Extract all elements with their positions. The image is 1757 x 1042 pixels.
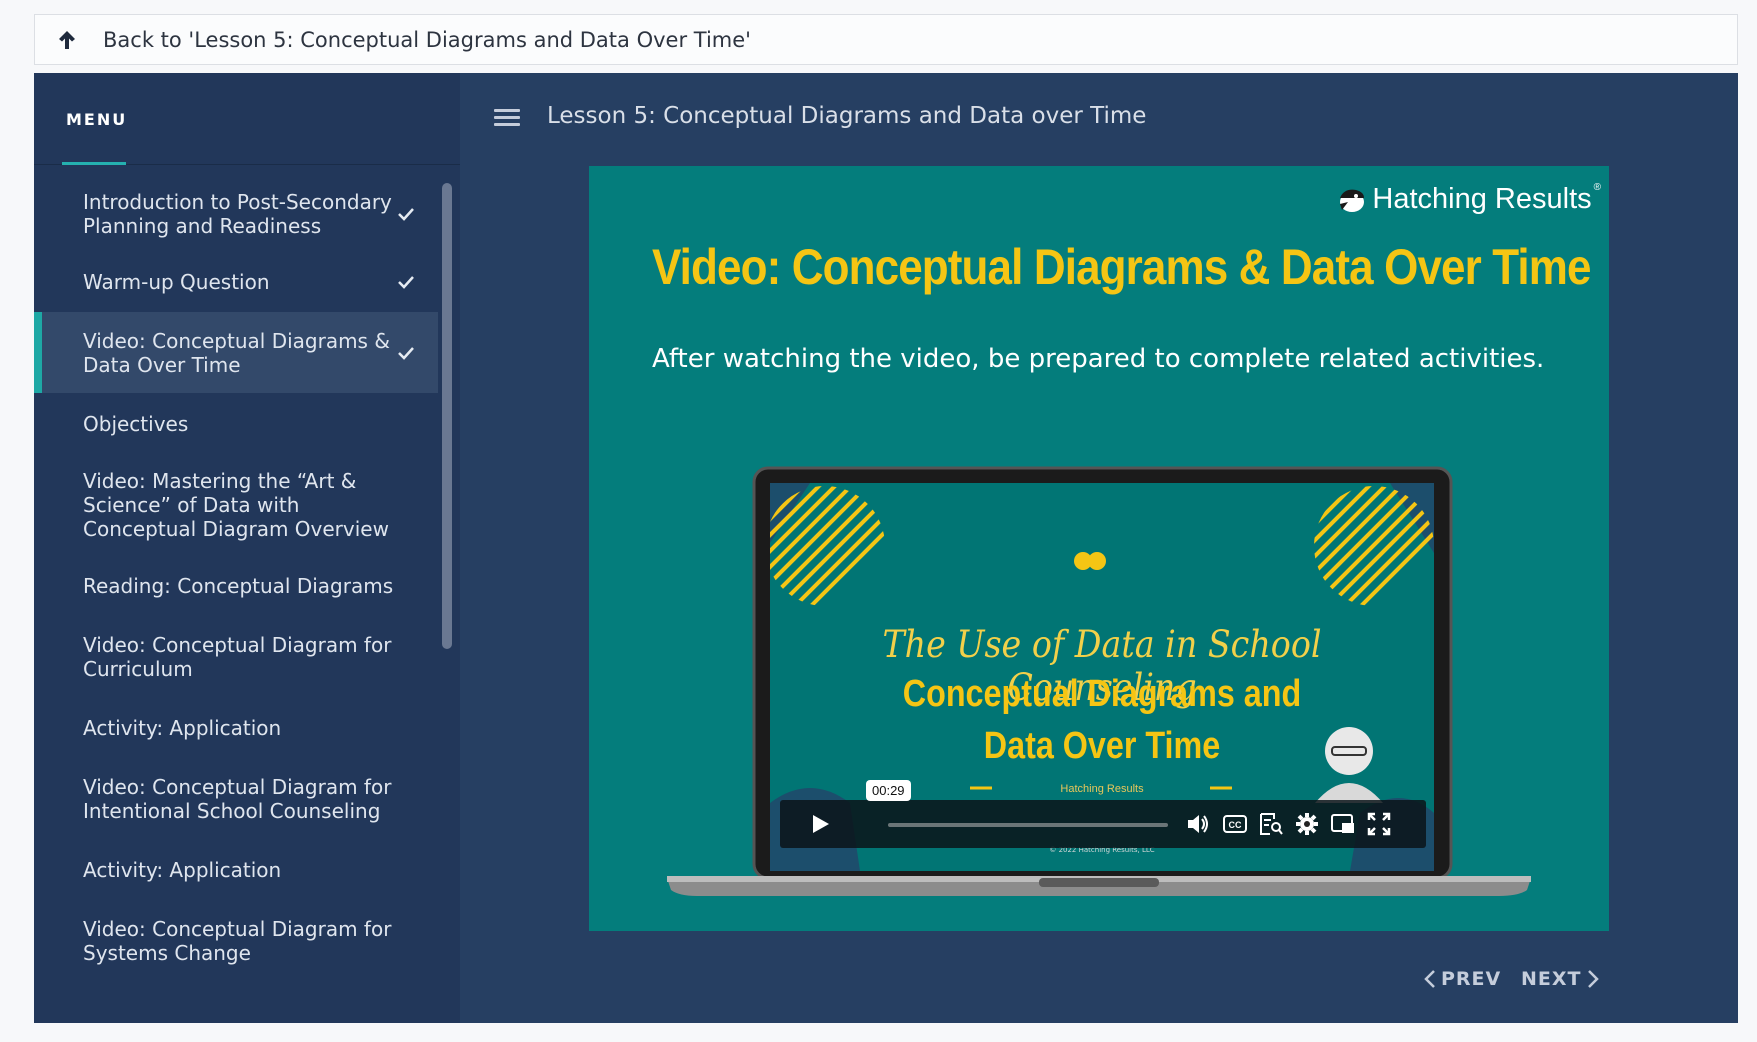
checkmark-icon: [398, 275, 414, 289]
sidebar-item-label: Video: Conceptual Diagram for Intentiona…: [83, 774, 392, 823]
picture-in-picture-icon[interactable]: [1330, 811, 1356, 837]
sidebar-scrollbar[interactable]: [442, 183, 452, 649]
sidebar-item-label: Video: Conceptual Diagrams & Data Over T…: [83, 328, 390, 377]
play-icon: [813, 815, 829, 833]
sidebar-item[interactable]: Warm-up Question: [34, 251, 438, 312]
sidebar-item-label: Introduction to Post-Secondary Planning …: [83, 190, 392, 238]
course-sidebar: MENU Introduction to Post-Secondary Plan…: [34, 73, 460, 1023]
sidebar-item[interactable]: Introduction to Post-Secondary Planning …: [34, 177, 438, 251]
video-controls: CC: [780, 800, 1426, 848]
prev-label: PREV: [1441, 968, 1502, 990]
play-button[interactable]: [780, 800, 860, 848]
sidebar-item[interactable]: Video: Mastering the “Art & Science” of …: [34, 454, 438, 555]
menu-underline: [62, 162, 126, 165]
checkmark-icon: [398, 208, 414, 221]
seek-time-tooltip: 00:29: [866, 780, 911, 801]
next-label: NEXT: [1521, 968, 1582, 990]
sidebar-item-label: Activity: Application: [83, 715, 282, 740]
sidebar-item[interactable]: Activity: Application: [34, 697, 438, 758]
transcript-icon[interactable]: [1258, 811, 1284, 837]
lesson-title: Lesson 5: Conceptual Diagrams and Data o…: [547, 103, 1147, 129]
arrow-up-icon: [53, 26, 81, 54]
menu-label: MENU: [66, 110, 128, 129]
sidebar-item[interactable]: Video: Conceptual Diagram for Systems Ch…: [34, 900, 438, 981]
settings-gear-icon[interactable]: [1294, 811, 1320, 837]
seek-bar[interactable]: [888, 823, 1168, 827]
back-to-lesson-bar[interactable]: Back to 'Lesson 5: Conceptual Diagrams a…: [34, 14, 1738, 65]
video-player[interactable]: The Use of Data in School Counseling Con…: [770, 483, 1434, 871]
checkmark-icon: [398, 346, 414, 360]
sidebar-item-label: Video: Conceptual Diagram for Systems Ch…: [83, 916, 392, 965]
sidebar-item[interactable]: Reading: Conceptual Diagrams: [34, 555, 438, 616]
lesson-content: Lesson 5: Conceptual Diagrams and Data o…: [460, 73, 1738, 1023]
volume-icon[interactable]: [1185, 811, 1211, 837]
sidebar-item-label: Warm-up Question: [83, 269, 270, 294]
sidebar-item-label: Video: Conceptual Diagram for Curriculum: [83, 632, 392, 681]
sidebar-item-label: Video: Mastering the “Art & Science” of …: [83, 468, 389, 541]
sidebar-item[interactable]: Video: Conceptual Diagram for Curriculum: [34, 616, 438, 697]
sidebar-item-label: Activity: Application: [83, 857, 282, 882]
sidebar-item[interactable]: Objectives: [34, 393, 438, 454]
svg-text:CC: CC: [1229, 820, 1242, 830]
sidebar-header: MENU: [34, 73, 460, 165]
hamburger-menu-icon[interactable]: [494, 109, 520, 129]
chevron-right-icon: [1587, 970, 1599, 988]
sidebar-item[interactable]: Video: Conceptual Diagrams & Data Over T…: [34, 312, 438, 393]
video-line-2: Conceptual Diagrams and: [902, 673, 1302, 715]
course-shell: MENU Introduction to Post-Secondary Plan…: [34, 73, 1738, 1023]
sidebar-item[interactable]: Activity: Application: [34, 839, 438, 900]
back-link-label[interactable]: Back to 'Lesson 5: Conceptual Diagrams a…: [103, 28, 751, 52]
lesson-slide: Hatching Results ® Video: Conceptual Diag…: [589, 166, 1609, 931]
prev-button[interactable]: PREV: [1423, 968, 1501, 990]
video-line-3: Data Over Time: [983, 725, 1221, 767]
sidebar-item-label: Objectives: [83, 411, 189, 436]
fullscreen-icon[interactable]: [1366, 811, 1392, 837]
chevron-left-icon: [1424, 970, 1435, 988]
sidebar-item-label: Reading: Conceptual Diagrams: [83, 573, 394, 598]
closed-captions-icon[interactable]: CC: [1222, 811, 1248, 837]
sidebar-item[interactable]: Video: Conceptual Diagram for Intentiona…: [34, 758, 438, 839]
next-button[interactable]: NEXT: [1521, 968, 1600, 990]
